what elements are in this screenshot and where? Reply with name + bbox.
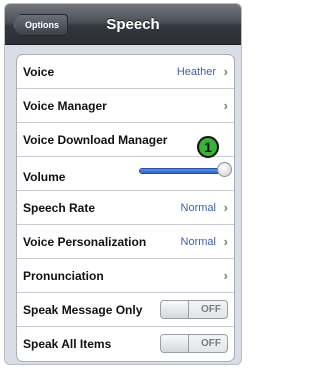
settings-table: Voice Heather › Voice Manager › Voice Do… bbox=[16, 54, 235, 362]
row-pronunciation[interactable]: Pronunciation › bbox=[17, 259, 234, 293]
row-label: Voice Personalization bbox=[23, 235, 147, 249]
row-label: Speech Rate bbox=[23, 201, 96, 215]
speak-message-only-toggle[interactable]: OFF bbox=[160, 300, 228, 319]
chevron-right-icon: › bbox=[223, 64, 228, 79]
chevron-right-icon: › bbox=[223, 98, 228, 113]
row-label: Volume bbox=[23, 170, 66, 184]
row-speech-rate[interactable]: Speech Rate Normal › bbox=[17, 191, 234, 225]
volume-slider-thumb[interactable] bbox=[217, 162, 232, 177]
row-value: Normal bbox=[180, 236, 216, 248]
volume-slider-track[interactable] bbox=[139, 168, 224, 174]
toggle-knob bbox=[161, 335, 189, 352]
page-title: Speech bbox=[106, 16, 160, 33]
row-label: Voice bbox=[23, 65, 55, 79]
row-voice-personalization[interactable]: Voice Personalization Normal › bbox=[17, 225, 234, 259]
row-label: Voice Manager bbox=[23, 99, 107, 113]
chevron-right-icon: › bbox=[223, 268, 228, 283]
device-frame: Options Speech Voice Heather › Voice Man… bbox=[4, 3, 242, 365]
chevron-right-icon: › bbox=[223, 200, 228, 215]
row-value: Normal bbox=[180, 202, 216, 214]
speak-all-items-toggle[interactable]: OFF bbox=[160, 334, 228, 353]
row-voice[interactable]: Voice Heather › bbox=[17, 55, 234, 89]
row-speak-all-items: Speak All Items OFF bbox=[17, 327, 234, 361]
row-voice-manager[interactable]: Voice Manager › bbox=[17, 89, 234, 123]
toggle-state: OFF bbox=[201, 338, 221, 349]
callout-number-badge: 1 bbox=[197, 136, 219, 158]
row-volume: Volume bbox=[17, 157, 234, 191]
row-value: Heather bbox=[176, 66, 216, 78]
toggle-knob bbox=[161, 301, 189, 318]
row-label: Speak All Items bbox=[23, 337, 112, 351]
row-label: Voice Download Manager bbox=[23, 133, 168, 147]
toggle-state: OFF bbox=[201, 304, 221, 315]
navigation-bar: Options Speech bbox=[5, 4, 241, 45]
chevron-right-icon: › bbox=[223, 234, 228, 249]
row-label: Pronunciation bbox=[23, 269, 104, 283]
row-speak-message-only: Speak Message Only OFF bbox=[17, 293, 234, 327]
row-label: Speak Message Only bbox=[23, 303, 143, 317]
